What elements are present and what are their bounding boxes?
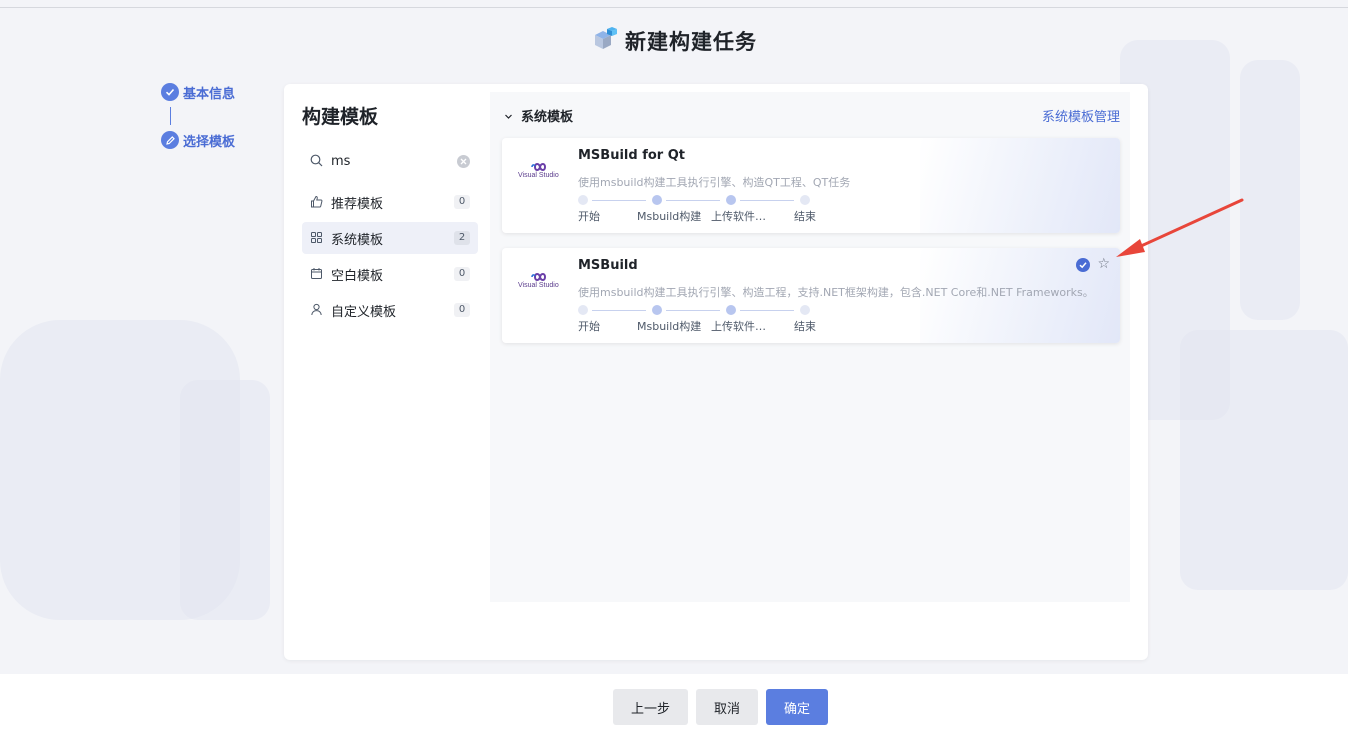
confirm-button[interactable]: 确定: [766, 689, 829, 725]
template-name: MSBuild for Qt: [578, 148, 685, 163]
star-icon[interactable]: ☆: [1097, 257, 1110, 271]
category-system[interactable]: 系统模板 2: [302, 222, 478, 254]
stage-connector: [740, 309, 794, 311]
selected-check-icon[interactable]: [1076, 258, 1090, 272]
stage-connector: [592, 309, 646, 311]
template-name: MSBuild: [578, 258, 638, 273]
category-count: 0: [454, 195, 470, 209]
category-label: 自定义模板: [331, 304, 397, 320]
category-label: 系统模板: [331, 232, 384, 248]
template-card: 构建模板 ms 推荐模板 0 系统模板 2 空白模板 0 自定义模板 0 系统模…: [284, 84, 1148, 660]
stage-label: Msbuild构建: [637, 210, 702, 223]
stage-dot: [652, 195, 662, 205]
stage-label: 结束: [794, 320, 816, 333]
grid-icon: [310, 229, 323, 248]
search-value: ms: [331, 153, 351, 169]
stage-dot: [578, 305, 588, 315]
search-icon: [310, 152, 323, 171]
template-description: 使用msbuild构建工具执行引擎、构造工程，支持.NET框架构建，包含.NET…: [578, 286, 1094, 299]
check-icon: [161, 83, 179, 101]
section-label: 系统模板: [521, 109, 574, 125]
category-blank[interactable]: 空白模板 0: [302, 258, 478, 290]
pipeline-track: [578, 305, 818, 315]
step-connector: [170, 107, 171, 125]
stage-dot: [800, 305, 810, 315]
manage-templates-link[interactable]: 系统模板管理: [1042, 106, 1120, 125]
search-input[interactable]: ms: [302, 146, 478, 176]
stage-dot: [652, 305, 662, 315]
stage-connector: [592, 199, 646, 201]
stage-dot: [578, 195, 588, 205]
visual-studio-logo: Visual Studio: [518, 272, 562, 292]
category-panel: 构建模板 ms 推荐模板 0 系统模板 2 空白模板 0 自定义模板 0: [302, 102, 478, 330]
stage-label: 开始: [578, 210, 600, 223]
stage-connector: [740, 199, 794, 201]
chevron-down-icon[interactable]: [504, 106, 513, 125]
logo-text: Visual Studio: [518, 172, 559, 179]
step-indicator: 基本信息 选择模板: [161, 83, 236, 150]
cancel-button[interactable]: 取消: [696, 689, 759, 725]
category-custom[interactable]: 自定义模板 0: [302, 294, 478, 326]
stage-label: 上传软件…: [711, 210, 766, 223]
category-recommended[interactable]: 推荐模板 0: [302, 186, 478, 218]
stage-dot: [726, 195, 736, 205]
section-header: 系统模板 系统模板管理: [504, 106, 1120, 125]
stage-label: 结束: [794, 210, 816, 223]
step-label: 基本信息: [183, 86, 236, 102]
top-border: [0, 7, 1348, 8]
stage-dot: [726, 305, 736, 315]
stage-label: 上传软件…: [711, 320, 766, 333]
template-list-panel: 系统模板 系统模板管理 Visual Studio MSBuild for Qt…: [490, 92, 1130, 602]
step-basic-info[interactable]: 基本信息: [161, 83, 236, 102]
user-icon: [310, 301, 323, 320]
logo-text: Visual Studio: [518, 282, 559, 289]
visual-studio-logo: Visual Studio: [518, 162, 562, 182]
template-item-msbuild[interactable]: Visual Studio MSBuild 使用msbuild构建工具执行引擎、…: [502, 248, 1120, 343]
calendar-icon: [310, 265, 323, 284]
cube-icon: [591, 27, 617, 55]
template-item-msbuild-qt[interactable]: Visual Studio MSBuild for Qt 使用msbuild构建…: [502, 138, 1120, 233]
category-count: 2: [454, 231, 470, 245]
stage-connector: [666, 199, 720, 201]
thumb-up-icon: [310, 193, 323, 212]
page-header: 新建构建任务: [0, 26, 1348, 56]
stage-label: 开始: [578, 320, 600, 333]
page-title: 新建构建任务: [625, 30, 757, 54]
panel-heading: 构建模板: [302, 106, 379, 128]
pipeline-track: [578, 195, 818, 205]
edit-icon: [161, 131, 179, 149]
category-list: 推荐模板 0 系统模板 2 空白模板 0 自定义模板 0: [302, 186, 478, 326]
footer-bar: 上一步 取消 确定: [0, 674, 1348, 738]
category-label: 推荐模板: [331, 196, 384, 212]
stage-connector: [666, 309, 720, 311]
step-select-template[interactable]: 选择模板: [161, 131, 236, 150]
clear-icon[interactable]: [457, 154, 470, 168]
template-description: 使用msbuild构建工具执行引擎、构造QT工程、QT任务: [578, 176, 851, 189]
card-shade: [920, 138, 1120, 233]
category-count: 0: [454, 267, 470, 281]
category-label: 空白模板: [331, 268, 384, 284]
previous-button[interactable]: 上一步: [613, 689, 689, 725]
stage-dot: [800, 195, 810, 205]
category-count: 0: [454, 303, 470, 317]
step-label: 选择模板: [183, 134, 236, 150]
stage-label: Msbuild构建: [637, 320, 702, 333]
